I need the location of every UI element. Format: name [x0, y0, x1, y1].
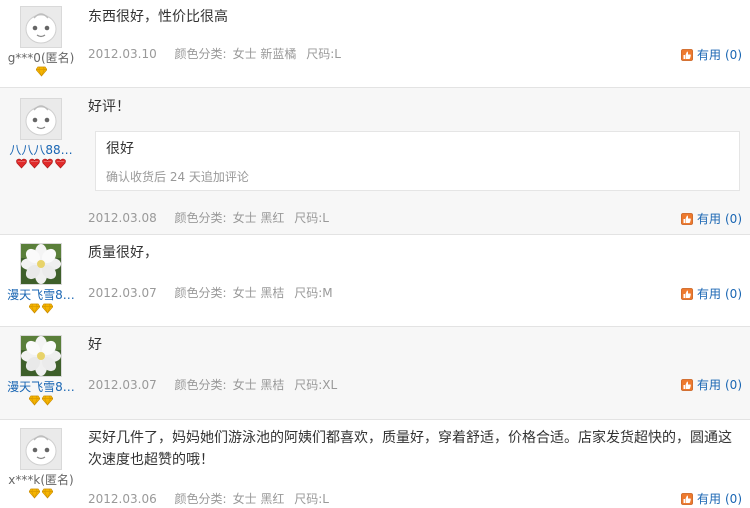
thumbs-up-icon	[681, 213, 693, 225]
review-meta: 2012.03.07 颜色分类: 女士 黑桔 尺码:XL	[88, 376, 337, 393]
useful-button[interactable]: 有用 (0)	[681, 376, 742, 393]
color-label: 颜色分类:	[174, 47, 227, 61]
useful-label: 有用	[696, 492, 721, 506]
username: g***0(匿名)	[7, 51, 75, 65]
user-block: g***0(匿名)	[0, 6, 82, 78]
avatar[interactable]	[20, 428, 62, 470]
followup-text: 很好	[106, 141, 134, 157]
red-heart-icon	[42, 158, 53, 169]
color-value: 女士 黑红	[232, 492, 285, 506]
size-value: L	[322, 211, 329, 225]
buyer-rank	[0, 303, 82, 315]
avatar[interactable]	[20, 6, 62, 48]
buyer-rank	[0, 488, 82, 500]
thumbs-up-icon	[681, 379, 693, 391]
review-date: 2012.03.06	[88, 492, 157, 506]
gold-diamond-icon	[29, 303, 40, 314]
review-date: 2012.03.07	[88, 378, 157, 392]
gold-diamond-icon	[42, 395, 53, 406]
review-date: 2012.03.08	[88, 211, 157, 225]
white-flower-photo	[21, 336, 61, 376]
gold-diamond-icon	[36, 66, 47, 77]
useful-count: (0)	[725, 492, 742, 506]
review-text: 质量很好，	[88, 245, 158, 261]
gold-diamond-icon	[42, 488, 53, 499]
review-meta: 2012.03.06 颜色分类: 女士 黑红 尺码:L	[88, 490, 329, 507]
gold-diamond-icon	[29, 488, 40, 499]
review-text: 东西很好，性价比很高	[88, 9, 228, 25]
color-value: 女士 新蓝橘	[232, 47, 297, 61]
size-value: M	[322, 286, 333, 300]
color-value: 女士 黑红	[232, 211, 285, 225]
user-block: 漫天飞雪8…	[0, 243, 82, 315]
default-face-icon	[21, 429, 61, 469]
review-meta: 2012.03.10 颜色分类: 女士 新蓝橘 尺码:L	[88, 45, 341, 62]
gold-diamond-icon	[29, 395, 40, 406]
red-heart-icon	[16, 158, 27, 169]
user-block: 漫天飞雪8…	[0, 335, 82, 407]
buyer-rank	[0, 66, 82, 78]
useful-count: (0)	[725, 212, 742, 226]
useful-count: (0)	[725, 48, 742, 62]
color-value: 女士 黑桔	[232, 286, 285, 300]
size-value: L	[334, 47, 341, 61]
useful-count: (0)	[725, 287, 742, 301]
thumbs-up-icon	[681, 49, 693, 61]
color-label: 颜色分类:	[174, 378, 227, 392]
useful-label: 有用	[696, 212, 721, 226]
username[interactable]: 漫天飞雪8…	[0, 288, 82, 302]
useful-button[interactable]: 有用 (0)	[681, 210, 742, 227]
color-value: 女士 黑桔	[232, 378, 285, 392]
default-face-icon	[21, 7, 61, 47]
review-item: 漫天飞雪8… 好 2012.03.07 颜色分类: 女士 黑桔 尺码:XL 有用 (…	[0, 327, 750, 420]
red-heart-icon	[29, 158, 40, 169]
color-label: 颜色分类:	[174, 286, 227, 300]
review-text: 好	[88, 337, 102, 353]
color-label: 颜色分类:	[174, 492, 227, 506]
review-item: x***k(匿名) 买好几件了，妈妈她们游泳池的阿姨们都喜欢，质量好，穿着舒适，…	[0, 420, 750, 508]
review-meta: 2012.03.08 颜色分类: 女士 黑红 尺码:L	[88, 209, 329, 226]
buyer-rank	[0, 395, 82, 407]
review-meta: 2012.03.07 颜色分类: 女士 黑桔 尺码:M	[88, 284, 333, 301]
size-value: L	[322, 492, 329, 506]
review-item: 八八八88… 好评！ 很好 确认收货后 24 天追加评论 2012.03.08 …	[0, 88, 750, 235]
default-face-icon	[21, 99, 61, 139]
username[interactable]: 八八八88…	[0, 143, 82, 157]
review-date: 2012.03.10	[88, 47, 157, 61]
thumbs-up-icon	[681, 493, 693, 505]
review-item: 漫天飞雪8… 质量很好， 2012.03.07 颜色分类: 女士 黑桔 尺码:M …	[0, 235, 750, 327]
red-heart-icon	[55, 158, 66, 169]
user-block: 八八八88…	[0, 98, 82, 170]
review-item: g***0(匿名) 东西很好，性价比很高 2012.03.10 颜色分类: 女士 …	[0, 0, 750, 88]
useful-button[interactable]: 有用 (0)	[681, 285, 742, 302]
size-label: 尺码:	[294, 492, 323, 506]
size-label: 尺码:	[294, 378, 323, 392]
color-label: 颜色分类:	[174, 211, 227, 225]
followup-meta: 确认收货后 24 天追加评论	[106, 170, 249, 184]
buyer-rank	[0, 158, 82, 170]
review-text: 好评！	[88, 99, 130, 115]
followup-review-box: 很好 确认收货后 24 天追加评论	[95, 131, 740, 191]
gold-diamond-icon	[42, 303, 53, 314]
username[interactable]: 漫天飞雪8…	[0, 380, 82, 394]
thumbs-up-icon	[681, 288, 693, 300]
useful-label: 有用	[696, 287, 721, 301]
avatar[interactable]	[20, 98, 62, 140]
avatar[interactable]	[20, 243, 62, 285]
useful-button[interactable]: 有用 (0)	[681, 490, 742, 507]
white-flower-photo	[21, 244, 61, 284]
review-text: 买好几件了，妈妈她们游泳池的阿姨们都喜欢，质量好，穿着舒适，价格合适。店家发货超…	[88, 430, 732, 468]
useful-label: 有用	[696, 378, 721, 392]
useful-label: 有用	[696, 48, 721, 62]
avatar[interactable]	[20, 335, 62, 377]
size-value: XL	[322, 378, 338, 392]
review-date: 2012.03.07	[88, 286, 157, 300]
user-block: x***k(匿名)	[0, 428, 82, 500]
useful-button[interactable]: 有用 (0)	[681, 46, 742, 63]
useful-count: (0)	[725, 378, 742, 392]
size-label: 尺码:	[306, 47, 335, 61]
size-label: 尺码:	[294, 286, 323, 300]
username: x***k(匿名)	[8, 473, 74, 487]
size-label: 尺码:	[294, 211, 323, 225]
